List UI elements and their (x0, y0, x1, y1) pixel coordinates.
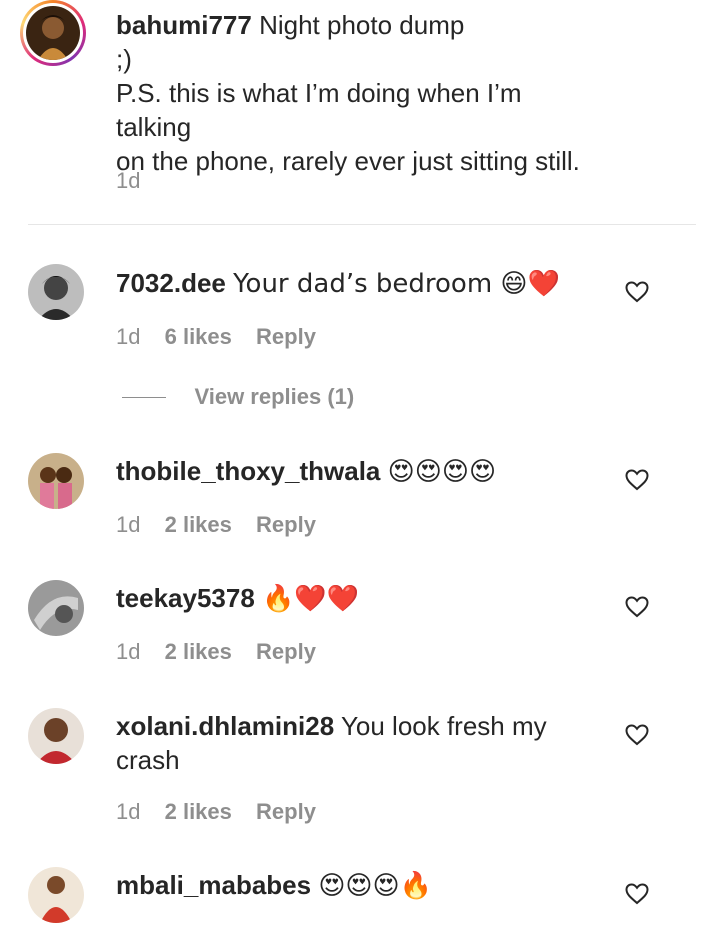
comment-body: Your dad’s bedroom 😄❤️ (233, 269, 560, 299)
comment-username[interactable]: xolani.dhlamini28 (116, 711, 334, 741)
comment-text: thobile_thoxy_thwala 😍😍😍😍 (116, 454, 596, 489)
caption-timestamp: 1d (116, 168, 141, 193)
caption-text: bahumi777 Night photo dump ;) P.S. this … (116, 8, 596, 178)
comment-timestamp: 1d (116, 639, 141, 664)
comment-text: 7032.dee Your dad’s bedroom 😄❤️ (116, 266, 596, 301)
comment-timestamp: 1d (116, 799, 141, 824)
story-ring[interactable] (20, 0, 86, 66)
caption-line-2: ;) (116, 44, 132, 74)
reply-button[interactable]: Reply (256, 512, 316, 537)
comment-body-line-2: crash (116, 745, 180, 775)
caption-line-1: Night photo dump (259, 10, 465, 40)
comment-likes[interactable]: 2 likes (165, 512, 232, 537)
comment-meta: 1d 2 likes Reply (116, 512, 334, 538)
comment-body: 😍😍😍🔥 (318, 871, 433, 901)
comment-text: teekay5378 🔥❤️❤️ (116, 581, 596, 616)
comment-username[interactable]: 7032.dee (116, 268, 226, 298)
post-caption: bahumi777 Night photo dump ;) P.S. this … (0, 0, 720, 200)
heart-outline-icon[interactable] (625, 281, 649, 303)
comment-likes[interactable]: 2 likes (165, 799, 232, 824)
caption-username[interactable]: bahumi777 (116, 10, 252, 40)
heart-outline-icon[interactable] (625, 469, 649, 491)
caption-line-3: P.S. this is what I’m doing when I’m tal… (116, 78, 522, 142)
reply-button[interactable]: Reply (256, 324, 316, 349)
comment-likes[interactable]: 6 likes (165, 324, 232, 349)
heart-outline-icon[interactable] (625, 596, 649, 618)
comment-meta: 1d 2 likes Reply (116, 799, 334, 825)
avatar[interactable] (28, 453, 84, 509)
reply-button[interactable]: Reply (256, 799, 316, 824)
caption-meta: 1d (116, 168, 158, 194)
avatar[interactable] (28, 708, 84, 764)
view-replies-button[interactable]: View replies (1) (122, 384, 354, 414)
replies-line (122, 396, 166, 398)
comment-body: 🔥❤️❤️ (262, 584, 360, 614)
comment-username[interactable]: teekay5378 (116, 583, 255, 613)
heart-outline-icon[interactable] (625, 724, 649, 746)
comment-meta: 1d 6 likes Reply (116, 324, 334, 350)
comment-username[interactable]: mbali_mababes (116, 870, 311, 900)
caption-line-4: on the phone, rarely ever just sitting s… (116, 146, 580, 176)
comment-body: 😍😍😍😍 (387, 457, 497, 487)
heart-outline-icon[interactable] (625, 883, 649, 905)
avatar[interactable] (26, 6, 80, 60)
avatar[interactable] (28, 264, 84, 320)
view-replies-label[interactable]: View replies (1) (194, 384, 354, 409)
divider (28, 224, 696, 225)
comment-body-line-1: You look fresh my (340, 711, 547, 741)
comment-meta: 1d 2 likes Reply (116, 639, 334, 665)
comment-timestamp: 1d (116, 324, 141, 349)
comment-likes[interactable]: 2 likes (165, 639, 232, 664)
comment-text: xolani.dhlamini28 You look fresh my cras… (116, 709, 596, 777)
avatar[interactable] (28, 580, 84, 636)
comment-text: mbali_mababes 😍😍😍🔥 (116, 868, 596, 903)
avatar[interactable] (28, 867, 84, 923)
reply-button[interactable]: Reply (256, 639, 316, 664)
comment-timestamp: 1d (116, 512, 141, 537)
comment-username[interactable]: thobile_thoxy_thwala (116, 456, 380, 486)
